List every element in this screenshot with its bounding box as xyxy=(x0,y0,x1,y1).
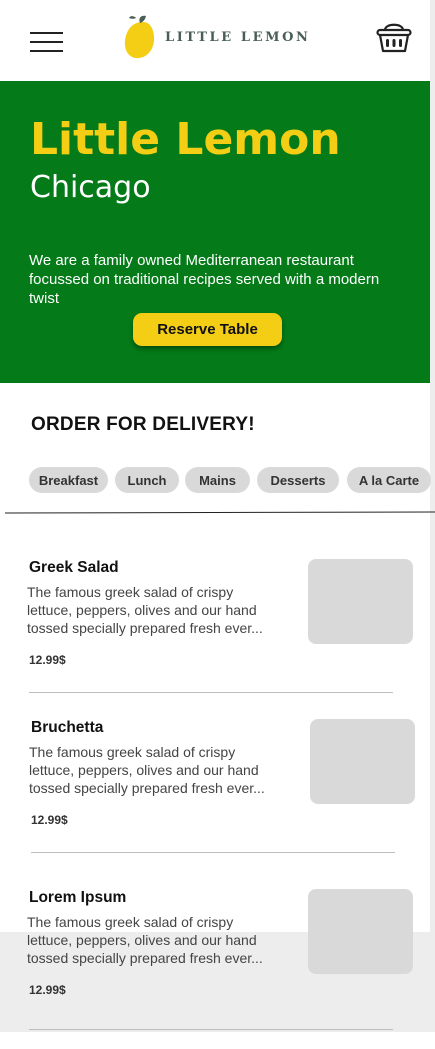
menu-item-image-placeholder xyxy=(308,889,413,974)
category-pill-lunch[interactable]: Lunch xyxy=(115,467,179,493)
category-pill-desserts[interactable]: Desserts xyxy=(257,467,339,493)
menu-item-description: The famous greek salad of crispy lettuce… xyxy=(27,584,263,636)
section-divider xyxy=(4,511,435,514)
menu-item-name: Lorem Ipsum xyxy=(29,889,127,906)
menu-item-price: 12.99$ xyxy=(31,813,68,827)
menu-item-description: The famous greek salad of crispy lettuce… xyxy=(27,914,263,966)
menu-item[interactable]: Bruchetta The famous greek salad of cris… xyxy=(29,719,426,879)
menu-item-image-placeholder xyxy=(308,559,413,644)
hero-subtitle: Chicago xyxy=(30,170,151,205)
category-pill-a-la-carte[interactable]: A la Carte xyxy=(347,467,431,493)
hero-title: Little Lemon xyxy=(30,114,341,165)
menu-item-price: 12.99$ xyxy=(29,983,66,997)
menu-item-price: 12.99$ xyxy=(29,653,66,667)
reserve-table-button[interactable]: Reserve Table xyxy=(133,313,282,346)
menu-item-description: The famous greek salad of crispy lettuce… xyxy=(29,744,265,796)
little-lemon-logo[interactable]: LITTLE LEMON xyxy=(124,14,314,60)
lemon-icon xyxy=(124,15,155,59)
hamburger-menu-icon[interactable] xyxy=(30,30,63,54)
item-divider xyxy=(31,852,395,853)
category-pill-mains[interactable]: Mains xyxy=(185,467,250,493)
order-section-title: ORDER FOR DELIVERY! xyxy=(31,414,255,435)
logo-text: LITTLE LEMON xyxy=(165,30,311,45)
item-divider xyxy=(29,1029,393,1030)
right-edge-strip xyxy=(430,0,435,1032)
menu-item[interactable]: Greek Salad The famous greek salad of cr… xyxy=(27,559,424,719)
menu-item-image-placeholder xyxy=(310,719,415,804)
hero-description: We are a family owned Mediterranean rest… xyxy=(29,252,380,307)
menu-item-name: Greek Salad xyxy=(29,559,119,576)
hero-banner: Little Lemon Chicago We are a family own… xyxy=(0,81,430,383)
basket-icon[interactable] xyxy=(376,20,412,54)
item-divider xyxy=(29,692,393,693)
menu-item[interactable]: Lorem Ipsum The famous greek salad of cr… xyxy=(27,889,424,1049)
category-pill-breakfast[interactable]: Breakfast xyxy=(29,467,108,493)
menu-item-name: Bruchetta xyxy=(31,719,104,736)
app-header: LITTLE LEMON xyxy=(0,0,430,81)
